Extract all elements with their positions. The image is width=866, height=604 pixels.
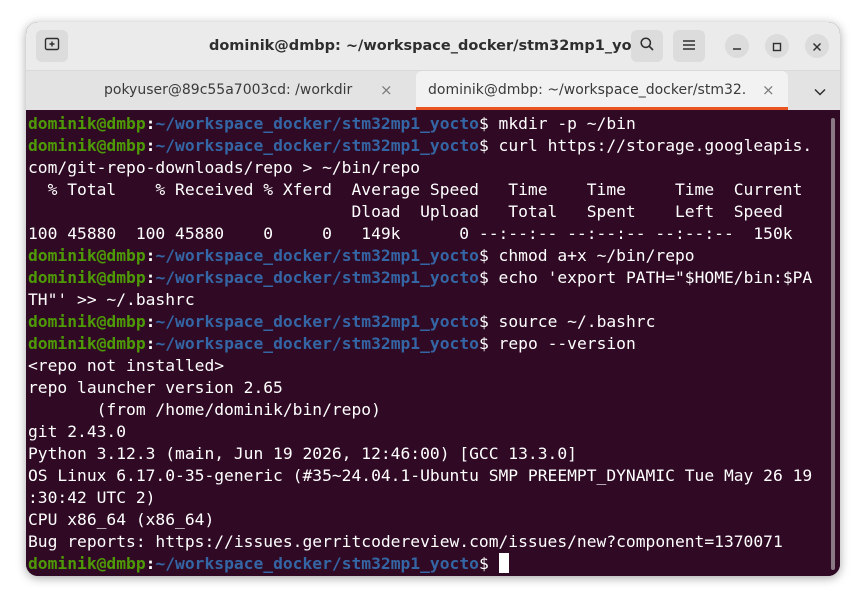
close-icon: [812, 37, 822, 56]
close-button[interactable]: [805, 34, 829, 58]
prompt-line: dominik@dmbp:~/workspace_docker/stm32mp1…: [28, 135, 828, 157]
prompt-line: dominik@dmbp:~/workspace_docker/stm32mp1…: [28, 113, 828, 135]
output-line: (from /home/dominik/bin/repo): [28, 400, 381, 419]
prompt-symbol: $: [478, 246, 489, 265]
prompt-path: ~/workspace_docker/stm32mp1_yocto: [155, 136, 479, 155]
prompt-colon: :: [145, 334, 156, 353]
output-line: Dload Upload Total Spent Left Speed: [28, 202, 783, 221]
menu-button[interactable]: [673, 30, 705, 62]
prompt-colon: :: [145, 246, 156, 265]
prompt-path: ~/workspace_docker/stm32mp1_yocto: [155, 312, 479, 331]
command-text: curl https://storage.googleapis.: [488, 136, 813, 155]
output-line: repo launcher version 2.65: [28, 378, 283, 397]
tab-list-button[interactable]: [808, 71, 832, 110]
prompt-colon: :: [145, 136, 156, 155]
output-line: OS Linux 6.17.0-35-generic (#35~24.04.1-…: [28, 466, 813, 485]
maximize-icon: [772, 37, 782, 56]
prompt-symbol: $: [478, 114, 489, 133]
prompt-symbol: $: [478, 554, 489, 573]
terminal-text: dominik@dmbp:~/workspace_docker/stm32mp1…: [28, 113, 828, 575]
tab-pokyuser[interactable]: pokyuser@89c55a7003cd: /workdir ×: [34, 71, 412, 110]
prompt-colon: :: [145, 312, 156, 331]
prompt-line: dominik@dmbp:~/workspace_docker/stm32mp1…: [28, 311, 828, 333]
terminal-window: dominik@dmbp: ~/workspace_docker/stm32mp…: [26, 22, 840, 576]
output-line: <repo not installed>: [28, 356, 225, 375]
output-line: com/git-repo-downloads/repo > ~/bin/repo: [28, 158, 421, 177]
output-line: CPU x86_64 (x86_64): [28, 510, 215, 529]
new-tab-button[interactable]: [36, 30, 68, 62]
tab-label: pokyuser@89c55a7003cd: /workdir: [104, 82, 353, 98]
scrollbar[interactable]: [831, 118, 835, 570]
search-icon: [639, 36, 655, 56]
prompt-user: dominik@dmbp: [28, 334, 146, 353]
output-line: Bug reports: https://issues.gerritcodere…: [28, 532, 783, 551]
hamburger-menu-icon: [682, 37, 696, 56]
prompt-user: dominik@dmbp: [28, 246, 146, 265]
tab-close-icon[interactable]: ×: [380, 71, 393, 110]
output-line: 100 45880 100 45880 0 0 149k 0 --:--:-- …: [28, 224, 793, 243]
output-line: % Total % Received % Xferd Average Speed…: [28, 180, 803, 199]
prompt-line: dominik@dmbp:~/workspace_docker/stm32mp1…: [28, 333, 828, 355]
title-bar: dominik@dmbp: ~/workspace_docker/stm32mp…: [26, 22, 840, 71]
search-button[interactable]: [631, 30, 663, 62]
text-cursor: [498, 553, 509, 573]
prompt-symbol: $: [478, 312, 489, 331]
output-line: :30:42 UTC 2): [28, 488, 156, 507]
maximize-button[interactable]: [765, 34, 789, 58]
command-text: echo 'export PATH="$HOME/bin:$PA: [488, 268, 813, 287]
prompt-path: ~/workspace_docker/stm32mp1_yocto: [155, 246, 479, 265]
tab-dominik[interactable]: dominik@dmbp: ~/workspace_docker/stm32..…: [416, 71, 788, 110]
command-text: mkdir -p ~/bin: [488, 114, 636, 133]
output-line: Python 3.12.3 (main, Jun 19 2026, 12:46:…: [28, 444, 577, 463]
prompt-line: dominik@dmbp:~/workspace_docker/stm32mp1…: [28, 245, 828, 267]
new-tab-icon: [44, 36, 60, 56]
output-line: TH"' >> ~/.bashrc: [28, 290, 195, 309]
chevron-down-icon: [814, 81, 826, 100]
prompt-path: ~/workspace_docker/stm32mp1_yocto: [155, 554, 479, 573]
prompt-colon: :: [145, 554, 156, 573]
command-text: chmod a+x ~/bin/repo: [488, 246, 695, 265]
output-line: git 2.43.0: [28, 422, 127, 441]
window-title: dominik@dmbp: ~/workspace_docker/stm32mp…: [208, 38, 658, 54]
prompt-symbol: $: [478, 268, 489, 287]
prompt-user: dominik@dmbp: [28, 114, 146, 133]
command-text: [489, 554, 499, 573]
prompt-line: dominik@dmbp:~/workspace_docker/stm32mp1…: [28, 267, 828, 289]
minimize-icon: [732, 37, 742, 56]
minimize-button[interactable]: [725, 34, 749, 58]
prompt-symbol: $: [478, 334, 489, 353]
prompt-symbol: $: [478, 136, 489, 155]
prompt-user: dominik@dmbp: [28, 554, 146, 573]
prompt-user: dominik@dmbp: [28, 268, 146, 287]
prompt-colon: :: [145, 268, 156, 287]
prompt-colon: :: [145, 114, 156, 133]
prompt-user: dominik@dmbp: [28, 312, 146, 331]
prompt-path: ~/workspace_docker/stm32mp1_yocto: [155, 334, 479, 353]
prompt-user: dominik@dmbp: [28, 136, 146, 155]
terminal-output[interactable]: dominik@dmbp:~/workspace_docker/stm32mp1…: [26, 110, 840, 576]
prompt-path: ~/workspace_docker/stm32mp1_yocto: [155, 268, 479, 287]
command-text: source ~/.bashrc: [488, 312, 656, 331]
tab-bar: pokyuser@89c55a7003cd: /workdir × domini…: [26, 71, 840, 110]
tab-label: dominik@dmbp: ~/workspace_docker/stm32..…: [428, 82, 746, 98]
prompt-path: ~/workspace_docker/stm32mp1_yocto: [155, 114, 479, 133]
prompt-line: dominik@dmbp:~/workspace_docker/stm32mp1…: [28, 553, 828, 575]
command-text: repo --version: [488, 334, 636, 353]
tab-close-icon[interactable]: ×: [762, 71, 775, 110]
